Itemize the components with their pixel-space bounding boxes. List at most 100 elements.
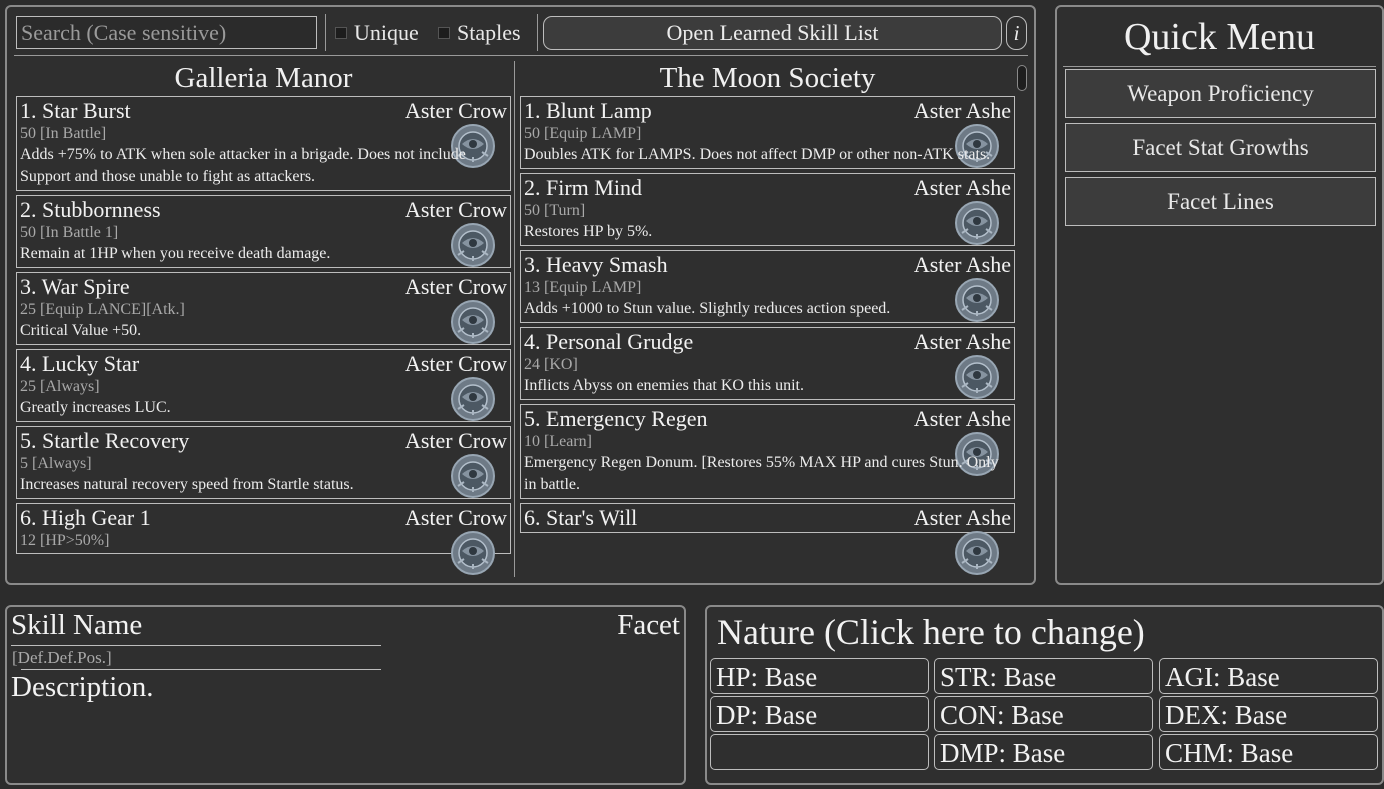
staples-checkbox-box[interactable] bbox=[438, 27, 450, 39]
weapon-proficiency-button[interactable]: Weapon Proficiency bbox=[1065, 69, 1376, 118]
skill-header: 4. Lucky Star Aster Crow bbox=[20, 350, 507, 376]
nature-stat-chm: CHM: Base bbox=[1159, 734, 1378, 770]
open-learned-skill-list-button[interactable]: Open Learned Skill List bbox=[543, 16, 1002, 50]
skill-card[interactable]: 4. Lucky Star Aster Crow 25 [Always] Greatl… bbox=[16, 349, 511, 422]
quick-menu-divider bbox=[1063, 66, 1376, 67]
skill-name: 6. High Gear 1 bbox=[20, 505, 151, 530]
skill-description: Emergency Regen Donum. [Restores 55% MAX… bbox=[524, 454, 999, 493]
skill-description: Increases natural recovery speed from St… bbox=[20, 476, 354, 493]
skill-column-galleria-manor: Galleria Manor 1. Star Burst Aster Crow 50… bbox=[16, 59, 511, 576]
skill-card[interactable]: 6. High Gear 1 Aster Crow 12 [HP>50%] bbox=[16, 503, 511, 575]
nature-stat-hp: HP: Base bbox=[710, 658, 929, 694]
skill-cost: 12 [HP>50%] bbox=[20, 532, 110, 549]
skill-card[interactable]: 3. Heavy Smash Aster Ashe 13 [Equip LAMP] A… bbox=[520, 250, 1015, 323]
skill-cost: 50 [Equip LAMP] bbox=[524, 125, 642, 142]
facet-emblem-icon bbox=[448, 529, 498, 576]
skill-facet: Aster Crow bbox=[404, 197, 507, 222]
nature-stat-dp: DP: Base bbox=[710, 696, 929, 732]
unique-checkbox[interactable]: Unique bbox=[335, 19, 419, 47]
skill-header: 3. Heavy Smash Aster Ashe bbox=[524, 251, 1011, 277]
skill-header: 5. Startle Recovery Aster Crow bbox=[20, 427, 507, 453]
nature-stat-con: CON: Base bbox=[934, 696, 1153, 732]
column-title: The Moon Society bbox=[659, 62, 876, 94]
detail-skill-name: Skill Name bbox=[11, 609, 143, 641]
skill-name: 1. Blunt Lamp bbox=[524, 98, 652, 123]
facet-lines-button[interactable]: Facet Lines bbox=[1065, 177, 1376, 226]
skill-header: 1. Star Burst Aster Crow bbox=[20, 97, 507, 123]
skill-cost: 10 [Learn] bbox=[524, 433, 592, 450]
skill-cost: 25 [Equip LANCE][Atk.] bbox=[20, 301, 185, 318]
skill-name: 4. Personal Grudge bbox=[524, 329, 694, 354]
column-divider bbox=[514, 61, 515, 577]
nature-stat-agi: AGI: Base bbox=[1159, 658, 1378, 694]
skill-card[interactable]: 1. Star Burst Aster Crow 50 [In Battle] Add… bbox=[16, 96, 511, 191]
skill-description: Adds +75% to ATK when sole attacker in a… bbox=[20, 146, 466, 185]
skill-name: 5. Emergency Regen bbox=[524, 406, 708, 431]
toolbar-divider bbox=[537, 14, 538, 51]
nature-change-button[interactable]: Nature (Click here to change) bbox=[717, 611, 1145, 653]
skill-cost: 50 [In Battle] bbox=[20, 125, 107, 142]
skill-browser-panel: Unique Staples Open Learned Skill List i… bbox=[5, 5, 1036, 585]
detail-divider bbox=[11, 645, 381, 646]
staples-label: Staples bbox=[457, 20, 521, 45]
skill-list-scrollbar[interactable] bbox=[1017, 63, 1027, 577]
skill-facet: Aster Crow bbox=[404, 428, 507, 453]
skill-detail-panel: Skill Name Facet [Def.Def.Pos.] Descript… bbox=[5, 605, 686, 785]
skill-card[interactable]: 2. Stubbornness Aster Crow 50 [In Battle 1… bbox=[16, 195, 511, 268]
skill-facet: Aster Ashe bbox=[913, 98, 1011, 123]
staples-checkbox[interactable]: Staples bbox=[438, 19, 521, 47]
facet-stat-growths-button[interactable]: Facet Stat Growths bbox=[1065, 123, 1376, 172]
skill-cost: 50 [Turn] bbox=[524, 202, 586, 219]
skill-list: 1. Blunt Lamp Aster Ashe 50 [Equip LAMP] Do… bbox=[520, 96, 1015, 575]
detail-divider bbox=[21, 669, 381, 670]
skill-header: 6. Star's Will Aster Ashe bbox=[524, 504, 1011, 530]
nature-stat-dmp: DMP: Base bbox=[934, 734, 1153, 770]
scrollbar-thumb[interactable] bbox=[1017, 65, 1027, 91]
header-divider bbox=[14, 55, 1028, 56]
skill-card[interactable]: 3. War Spire Aster Crow 25 [Equip LANCE][A… bbox=[16, 272, 511, 345]
skill-facet: Aster Crow bbox=[404, 98, 507, 123]
detail-facet: Facet bbox=[617, 609, 680, 641]
skill-name: 3. War Spire bbox=[20, 274, 130, 299]
skill-facet: Aster Ashe bbox=[913, 175, 1011, 200]
skill-card[interactable]: 5. Startle Recovery Aster Crow 5 [Always] I… bbox=[16, 426, 511, 499]
skill-facet: Aster Ashe bbox=[913, 505, 1011, 530]
skill-header: 6. High Gear 1 Aster Crow bbox=[20, 504, 507, 530]
skill-list: 1. Star Burst Aster Crow 50 [In Battle] Add… bbox=[16, 96, 511, 575]
info-icon[interactable]: i bbox=[1006, 16, 1027, 50]
skill-facet: Aster Crow bbox=[404, 505, 507, 530]
skill-card[interactable]: 2. Firm Mind Aster Ashe 50 [Turn] Restores … bbox=[520, 173, 1015, 246]
skill-name: 2. Firm Mind bbox=[524, 175, 642, 200]
skill-facet: Aster Crow bbox=[404, 274, 507, 299]
skill-header: 5. Emergency Regen Aster Ashe bbox=[524, 405, 1011, 431]
detail-skill-description: Description. bbox=[11, 671, 154, 703]
skill-facet: Aster Ashe bbox=[913, 406, 1011, 431]
skill-card[interactable]: 1. Blunt Lamp Aster Ashe 50 [Equip LAMP] Do… bbox=[520, 96, 1015, 169]
skill-name: 5. Startle Recovery bbox=[20, 428, 190, 453]
skill-name: 4. Lucky Star bbox=[20, 351, 140, 376]
skill-description: Restores HP by 5%. bbox=[524, 223, 653, 240]
quick-menu-title: Quick Menu bbox=[1123, 16, 1316, 58]
skill-description: Remain at 1HP when you receive death dam… bbox=[20, 245, 331, 262]
skill-facet: Aster Crow bbox=[404, 351, 507, 376]
unique-label: Unique bbox=[354, 20, 419, 45]
nature-panel: Nature (Click here to change) HP: Base S… bbox=[705, 605, 1384, 785]
skill-header: 2. Stubbornness Aster Crow bbox=[20, 196, 507, 222]
skill-description: Adds +1000 to Stun value. Slightly reduc… bbox=[524, 300, 891, 317]
skill-name: 3. Heavy Smash bbox=[524, 252, 668, 277]
skill-card[interactable]: 6. Star's Will Aster Ashe bbox=[520, 503, 1015, 575]
skill-card[interactable]: 4. Personal Grudge Aster Ashe 24 [KO] Infli… bbox=[520, 327, 1015, 400]
skill-cost: 50 [In Battle 1] bbox=[20, 224, 119, 241]
skill-header: 1. Blunt Lamp Aster Ashe bbox=[524, 97, 1011, 123]
skill-description: Greatly increases LUC. bbox=[20, 399, 171, 416]
skill-name: 2. Stubbornness bbox=[20, 197, 161, 222]
search-input[interactable] bbox=[16, 16, 317, 49]
skill-cost: 24 [KO] bbox=[524, 356, 578, 373]
skill-cost: 13 [Equip LAMP] bbox=[524, 279, 642, 296]
facet-emblem-icon bbox=[952, 529, 1002, 576]
toolbar-divider bbox=[325, 14, 326, 51]
skill-name: 6. Star's Will bbox=[524, 505, 638, 530]
unique-checkbox-box[interactable] bbox=[335, 27, 347, 39]
skill-description: Doubles ATK for LAMPS. Does not affect D… bbox=[524, 146, 991, 163]
skill-card[interactable]: 5. Emergency Regen Aster Ashe 10 [Learn] Em… bbox=[520, 404, 1015, 499]
